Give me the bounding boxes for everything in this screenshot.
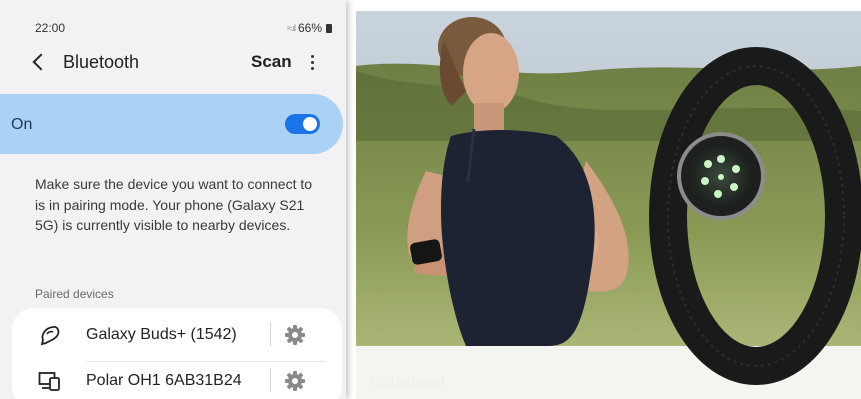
- devices-icon: [38, 372, 60, 391]
- status-bar: 22:00 ≈.ıl 66%: [0, 0, 346, 40]
- back-button[interactable]: [26, 48, 52, 76]
- device-polar-oh1[interactable]: Polar OH1 6AB31B24: [12, 358, 262, 399]
- list-item: Galaxy Buds+ (1542): [12, 312, 342, 362]
- device-name: Polar OH1 6AB31B24: [86, 372, 242, 389]
- chevron-left-icon: [32, 53, 50, 71]
- bluetooth-toggle[interactable]: [285, 114, 320, 134]
- photo-illustration: [356, 11, 861, 399]
- gear-icon[interactable]: [282, 322, 308, 348]
- brand-watermark: Gateshead: [371, 375, 446, 390]
- device-galaxy-buds[interactable]: Galaxy Buds+ (1542): [12, 312, 262, 358]
- status-indicators: ≈.ıl 66%: [287, 21, 332, 35]
- device-name: Galaxy Buds+ (1542): [86, 326, 237, 343]
- page-title: Bluetooth: [63, 52, 140, 72]
- battery-icon: [326, 23, 332, 33]
- paired-devices-list: Galaxy Buds+ (1542) Polar OH1 6AB31B24: [12, 308, 342, 399]
- bluetooth-state-label: On: [11, 116, 33, 133]
- scan-button[interactable]: Scan: [251, 52, 292, 72]
- status-time: 22:00: [35, 21, 66, 35]
- heart-rate-armband-photo: Gateshead: [356, 11, 861, 399]
- divider: [270, 322, 271, 346]
- signal-icon: ≈.ıl: [287, 23, 296, 33]
- bluetooth-master-switch-row[interactable]: On: [0, 94, 343, 154]
- pairing-info-text: Make sure the device you want to connect…: [35, 176, 313, 233]
- gear-icon[interactable]: [282, 368, 308, 394]
- battery-percent: 66%: [297, 21, 322, 35]
- more-vertical-icon[interactable]: [303, 50, 321, 74]
- list-item: Polar OH1 6AB31B24: [12, 358, 342, 399]
- app-header: Bluetooth Scan: [0, 44, 346, 80]
- paired-devices-header: Paired devices: [35, 287, 114, 301]
- divider: [270, 368, 271, 392]
- toggle-knob: [303, 117, 317, 131]
- bluetooth-settings-screen: 22:00 ≈.ıl 66% Bluetooth Scan On Make su…: [0, 0, 346, 399]
- earbuds-icon: [40, 326, 60, 346]
